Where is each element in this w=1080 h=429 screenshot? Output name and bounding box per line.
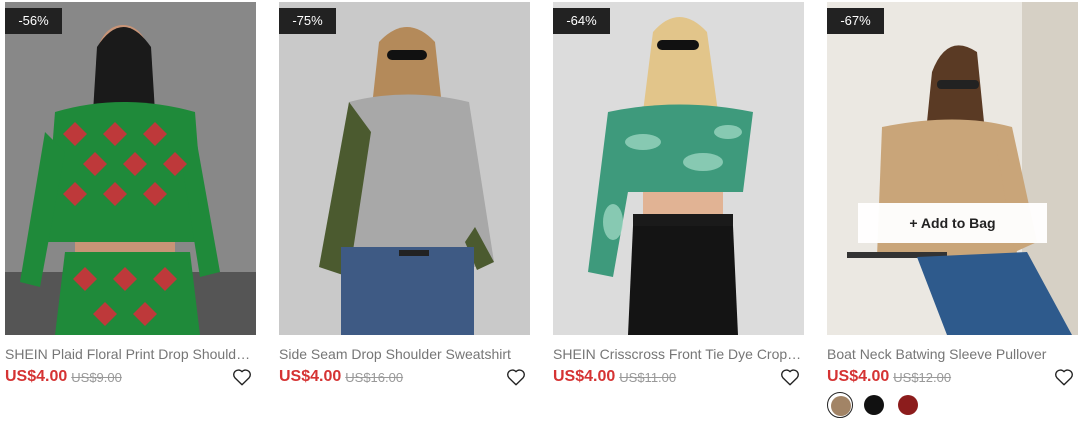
product-image[interactable] — [5, 2, 256, 335]
product-title[interactable]: SHEIN Plaid Floral Print Drop Shoulde… — [5, 345, 256, 363]
original-price: US$9.00 — [71, 369, 122, 385]
sale-price: US$4.00 — [827, 368, 890, 385]
product-grid: -56% SHEIN Plaid Floral Print Drop Shoul… — [5, 2, 1078, 427]
product-title[interactable]: Side Seam Drop Shoulder Sweatshirt — [279, 345, 530, 363]
price-row: US$4.00 US$9.00 — [5, 368, 256, 388]
swatch-color — [898, 395, 918, 415]
product-image[interactable] — [553, 2, 804, 335]
product-image[interactable] — [827, 2, 1078, 335]
product-card[interactable]: -75% Side Seam Drop Shoulder Sweatshirt … — [279, 2, 530, 427]
product-image[interactable] — [279, 2, 530, 335]
discount-badge: -56% — [5, 8, 62, 34]
product-card[interactable]: -67% + Add to Bag Boat Neck Batwing Slee… — [827, 2, 1078, 427]
product-title[interactable]: Boat Neck Batwing Sleeve Pullover — [827, 345, 1078, 363]
discount-badge: -64% — [553, 8, 610, 34]
color-swatch[interactable] — [861, 392, 887, 418]
heart-icon[interactable] — [231, 366, 253, 388]
discount-badge: -75% — [279, 8, 336, 34]
heart-icon[interactable] — [505, 366, 527, 388]
add-to-bag-button[interactable]: + Add to Bag — [858, 203, 1047, 243]
price-row: US$4.00 US$16.00 — [279, 368, 530, 388]
sale-price: US$4.00 — [279, 368, 342, 385]
heart-icon[interactable] — [779, 366, 801, 388]
price-row: US$4.00 US$11.00 — [553, 368, 804, 388]
heart-icon[interactable] — [1053, 366, 1075, 388]
color-swatch[interactable] — [827, 392, 853, 418]
original-price: US$16.00 — [345, 369, 404, 385]
sale-price: US$4.00 — [5, 368, 68, 385]
swatch-color — [831, 396, 851, 416]
product-card[interactable]: -64% SHEIN Crisscross Front Tie Dye Crop… — [553, 2, 804, 427]
original-price: US$12.00 — [893, 369, 952, 385]
product-card[interactable]: -56% SHEIN Plaid Floral Print Drop Shoul… — [5, 2, 256, 427]
sale-price: US$4.00 — [553, 368, 616, 385]
discount-badge: -67% — [827, 8, 884, 34]
swatch-color — [864, 395, 884, 415]
product-title[interactable]: SHEIN Crisscross Front Tie Dye Crop … — [553, 345, 804, 363]
color-swatch[interactable] — [895, 392, 921, 418]
price-row: US$4.00 US$12.00 — [827, 368, 1078, 388]
original-price: US$11.00 — [619, 369, 677, 385]
